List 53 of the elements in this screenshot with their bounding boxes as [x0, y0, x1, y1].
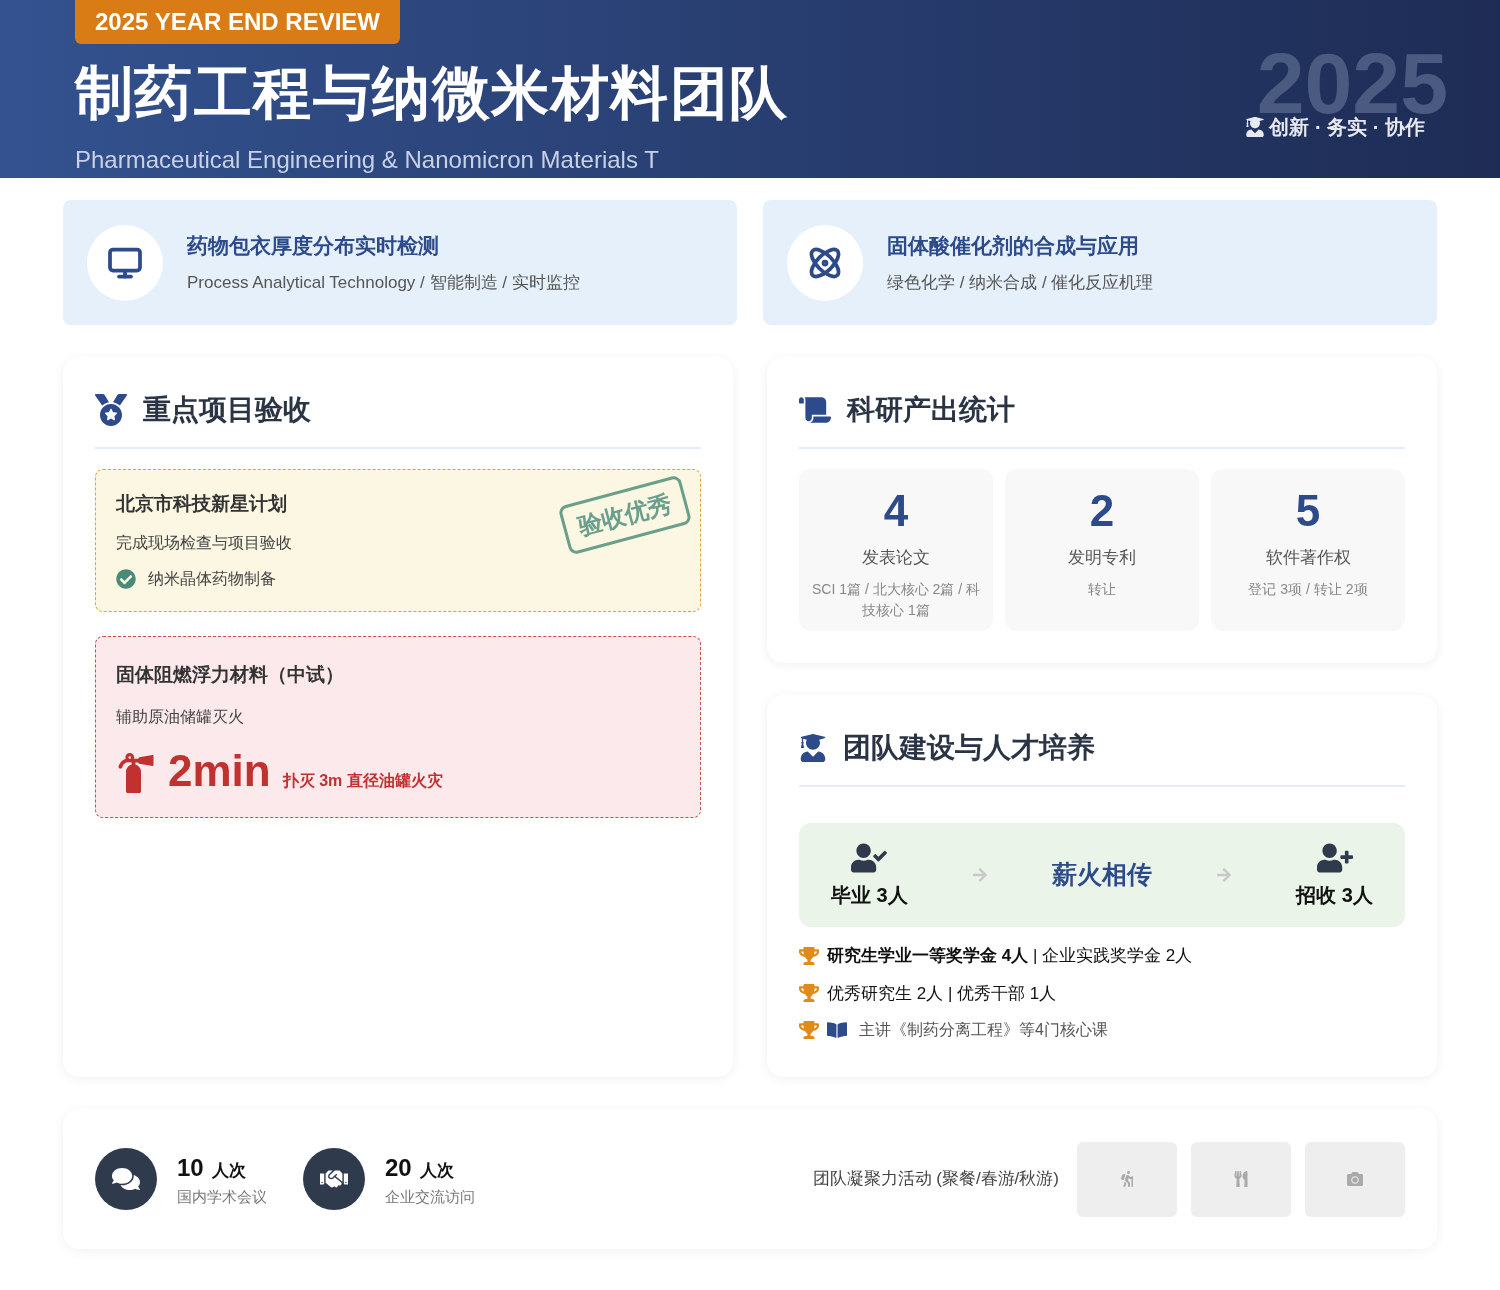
section-title: 科研产出统计	[847, 393, 1015, 427]
metric-value: 2min	[168, 749, 271, 793]
stat-value: 20	[385, 1152, 412, 1183]
focus-subtitle: 绿色化学 / 纳米合成 / 催化反应机理	[887, 271, 1154, 294]
stat-label: 发明专利	[1068, 547, 1136, 569]
stat-value: 10	[177, 1152, 204, 1183]
stat-unit: 人次	[419, 1159, 454, 1182]
honor-text: 优秀研究生 2人 | 优秀干部 1人	[827, 982, 1057, 1005]
stat-label: 国内学术会议	[177, 1186, 267, 1207]
focus-title: 固体酸催化剂的合成与应用	[887, 233, 1140, 259]
project-description: 辅助原油储罐灭火	[116, 707, 245, 727]
stat-value: 5	[1295, 489, 1321, 533]
trophy-icon	[799, 1020, 819, 1040]
page-subtitle: Pharmaceutical Engineering & Nanomicron Materials T	[75, 145, 660, 175]
arrow-right-icon	[1216, 867, 1233, 883]
stat-label: 发表论文	[862, 547, 930, 569]
focus-subtitle: Process Analytical Technology / 智能制造 / 实时监控	[187, 271, 580, 294]
flow-center-text: 薪火相传	[1052, 859, 1152, 891]
check-item: 纳米晶体药物制备	[148, 568, 276, 589]
utensils-icon	[1233, 1171, 1249, 1187]
arrow-right-icon	[971, 867, 988, 883]
project-title: 北京市科技新星计划	[116, 492, 287, 516]
graduate-icon	[799, 734, 827, 762]
honor-text: 研究生学业一等奖学金 4人 | 企业实践奖学金 2人	[827, 945, 1193, 967]
stat-value: 4	[883, 489, 909, 533]
fire-extinguisher-icon	[116, 753, 156, 793]
stat-detail: SCI 1篇 / 北大核心 2篇 / 科技核心 1篇	[811, 579, 981, 620]
activities-label: 团队凝聚力活动 (聚餐/春游/秋游)	[812, 1168, 1059, 1191]
section-title: 重点项目验收	[143, 393, 311, 427]
enrolled-count: 招收 3人	[1296, 883, 1373, 908]
stat-unit: 人次	[211, 1159, 246, 1182]
stat-detail: 登记 3项 / 转让 2项	[1248, 579, 1368, 599]
approval-stamp: 验收优秀	[557, 474, 693, 556]
stat-label: 企业交流访问	[385, 1186, 475, 1207]
stat-detail: 转让	[1088, 579, 1116, 599]
focus-title: 药物包衣厚度分布实时检测	[187, 233, 440, 259]
section-title: 团队建设与人才培养	[843, 731, 1095, 765]
hiking-icon	[1119, 1171, 1135, 1187]
year-badge: 2025 YEAR END REVIEW	[75, 0, 400, 44]
scroll-icon	[799, 394, 831, 426]
project-description: 完成现场检查与项目验收	[116, 532, 292, 553]
book-icon	[827, 1020, 847, 1040]
honor-text: 主讲《制药分离工程》等4门核心课	[859, 1020, 1108, 1040]
stat-label: 软件著作权	[1265, 547, 1351, 569]
medal-icon	[95, 394, 127, 426]
trophy-icon	[799, 945, 819, 966]
trophy-icon	[799, 983, 819, 1004]
graduated-count: 毕业 3人	[831, 883, 908, 908]
page-title: 制药工程与纳微米材料团队	[75, 64, 789, 122]
project-title: 固体阻燃浮力材料（中试）	[116, 662, 345, 687]
camera-icon	[1347, 1171, 1363, 1187]
metric-text: 扑灭 3m 直径油罐火灾	[282, 771, 443, 791]
stat-value: 2	[1089, 489, 1115, 533]
